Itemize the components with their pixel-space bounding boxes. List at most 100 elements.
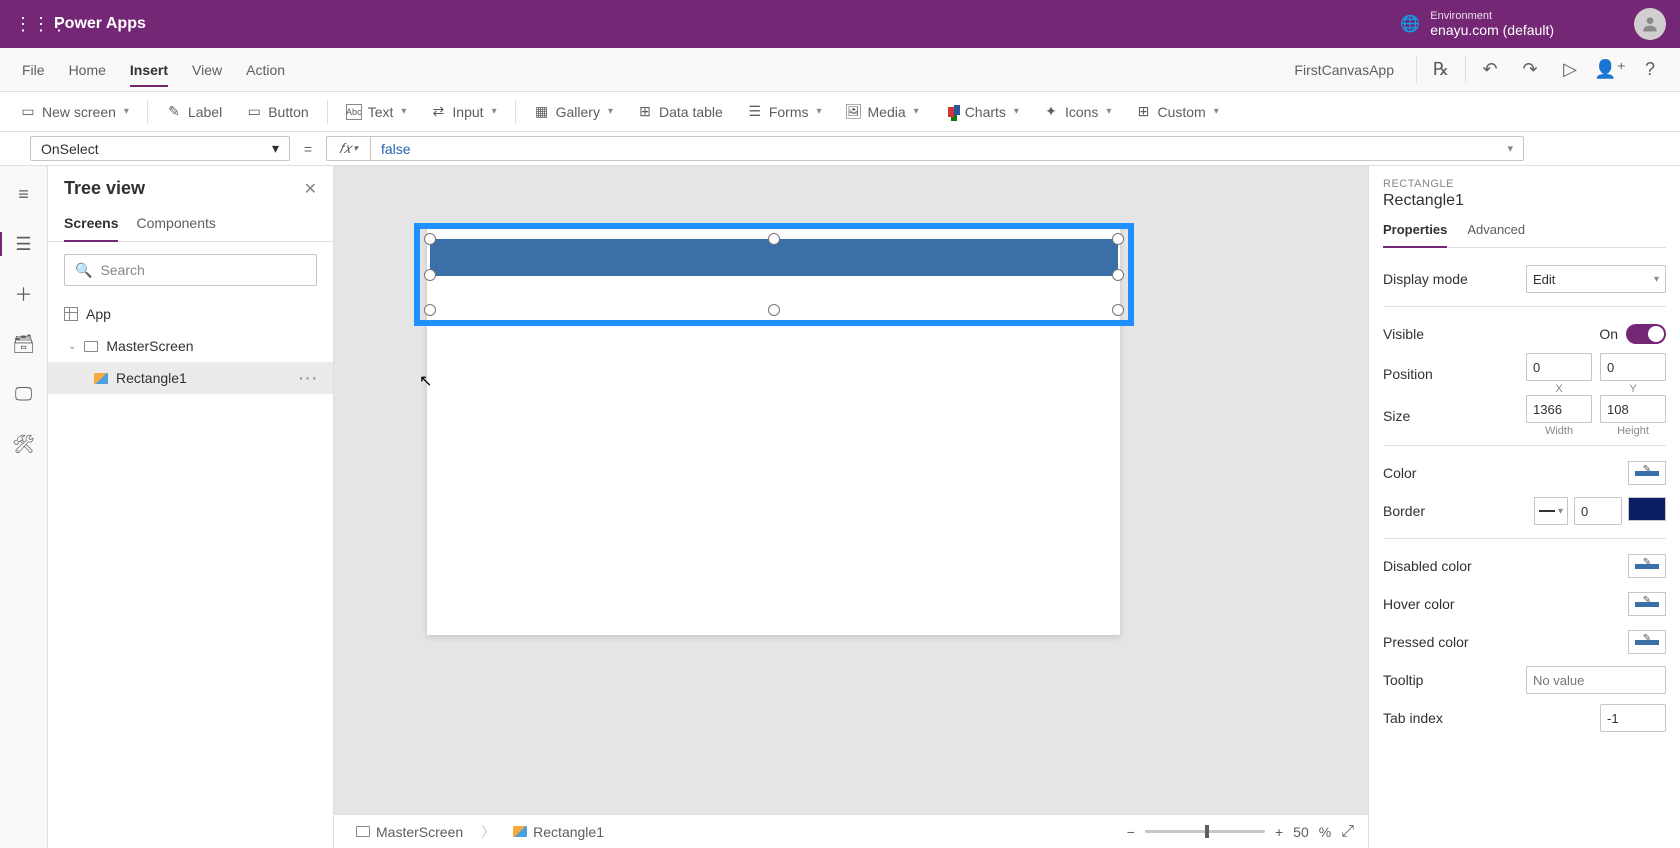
tab-properties[interactable]: Properties [1383,218,1447,247]
resize-handle[interactable] [424,269,436,281]
button-icon: ▭ [246,104,262,120]
media-menu[interactable]: 🖼Media▾ [836,92,929,131]
size-height-input[interactable] [1600,395,1666,423]
forms-menu[interactable]: ☰Forms▾ [737,92,832,131]
formula-input[interactable]: false ▾ [370,136,1524,161]
border-color-swatch[interactable] [1628,497,1666,521]
fx-button[interactable]: 𝑓𝑥▾ [326,136,370,161]
tree-search-input[interactable]: 🔍 Search [64,254,317,286]
visible-toggle[interactable] [1626,324,1666,344]
zoom-out-button[interactable]: − [1127,824,1135,840]
redo-icon[interactable]: ↷ [1510,48,1550,91]
resize-handle[interactable] [768,233,780,245]
text-menu[interactable]: AbcText▾ [336,92,417,131]
tab-advanced[interactable]: Advanced [1467,218,1525,247]
play-icon[interactable]: ▷ [1550,48,1590,91]
border-width-input[interactable] [1574,497,1622,525]
forms-icon: ☰ [747,104,763,120]
resize-handle[interactable] [768,304,780,316]
size-width-input[interactable] [1526,395,1592,423]
charts-menu[interactable]: Charts▾ [933,92,1029,131]
color-label: Color [1383,465,1416,481]
disabled-color-label: Disabled color [1383,558,1472,574]
border-label: Border [1383,503,1425,519]
custom-menu[interactable]: ⊞Custom▾ [1125,92,1228,131]
close-icon[interactable]: ✕ [304,179,317,199]
visible-state: On [1599,326,1618,342]
environment-selector[interactable]: Environment enayu.com (default) [1430,10,1554,39]
menu-insert[interactable]: Insert [118,48,180,91]
search-placeholder: Search [100,262,144,278]
input-menu[interactable]: ⇄Input▾ [420,92,506,131]
formula-expand-icon[interactable]: ▾ [1507,142,1513,155]
resize-handle[interactable] [1112,269,1124,281]
equals-sign: = [290,132,326,165]
zoom-in-button[interactable]: + [1275,824,1283,840]
tab-components[interactable]: Components [136,209,215,241]
menu-file[interactable]: File [10,48,57,91]
chevron-right-icon: 〉 [481,822,495,842]
property-selector[interactable]: OnSelect ▾ [30,136,290,161]
menu-home[interactable]: Home [57,48,118,91]
waffle-icon[interactable]: ⋮⋮⋮ [14,14,38,35]
position-x-input[interactable] [1526,353,1592,381]
undo-icon[interactable]: ↶ [1470,48,1510,91]
share-icon[interactable]: 👤⁺ [1590,48,1630,91]
size-label: Size [1383,408,1410,424]
help-icon[interactable]: ? [1630,48,1670,91]
component-kind: RECTANGLE [1383,178,1666,190]
disabled-color-swatch[interactable]: ✎ [1628,554,1666,578]
user-avatar[interactable] [1634,8,1666,40]
breadcrumb-screen[interactable]: MasterScreen [348,824,471,840]
border-style-select[interactable]: ▾ [1534,497,1568,525]
rail-treeview-icon[interactable]: ☰ [0,226,48,262]
pressed-color-swatch[interactable]: ✎ [1628,630,1666,654]
breadcrumb-item[interactable]: Rectangle1 [505,824,612,840]
canvas[interactable]: ↖ MasterScreen 〉 Rectangle1 − + 50 % ⤢ [334,166,1368,848]
position-y-input[interactable] [1600,353,1666,381]
menu-action[interactable]: Action [234,48,297,91]
hover-color-swatch[interactable]: ✎ [1628,592,1666,616]
tree-title: Tree view [64,178,145,199]
rail-media-icon[interactable]: 🖵 [0,376,48,412]
icons-menu[interactable]: ✦Icons▾ [1033,92,1122,131]
rail-hamburger-icon[interactable]: ≡ [0,176,48,212]
position-label: Position [1383,366,1433,382]
chevron-down-icon: ▾ [124,106,129,117]
color-swatch[interactable]: ✎ [1628,461,1666,485]
app-checker-icon[interactable]: ℞ [1421,48,1461,91]
new-screen-button[interactable]: ▭New screen▾ [10,92,139,131]
fit-screen-icon[interactable]: ⤢ [1341,823,1354,841]
display-mode-select[interactable]: Edit▾ [1526,265,1666,293]
menu-view[interactable]: View [180,48,234,91]
rail-data-icon[interactable]: 🗃 [0,326,48,362]
datatable-button[interactable]: ⊞Data table [627,92,733,131]
custom-icon: ⊞ [1135,104,1151,120]
screen-icon [84,341,98,352]
pressed-color-label: Pressed color [1383,634,1469,650]
tree-app-node[interactable]: App [48,298,333,330]
environment-icon[interactable]: 🌐 [1400,14,1420,34]
zoom-slider[interactable] [1145,830,1265,833]
gallery-menu[interactable]: ▦Gallery▾ [524,92,623,131]
charts-icon [943,104,959,120]
tabindex-input[interactable] [1600,704,1666,732]
resize-handle[interactable] [424,233,436,245]
tree-screen-node[interactable]: ⌄ MasterScreen [48,330,333,362]
resize-handle[interactable] [1112,233,1124,245]
selection-box[interactable] [414,223,1134,326]
tree-rectangle-node[interactable]: Rectangle1 ··· [48,362,333,394]
tab-screens[interactable]: Screens [64,209,118,241]
resize-handle[interactable] [1112,304,1124,316]
button-button[interactable]: ▭Button [236,92,318,131]
app-name[interactable]: FirstCanvasApp [1276,48,1412,91]
rail-insert-icon[interactable]: ＋ [0,276,48,312]
rail-tools-icon[interactable]: 🛠 [0,426,48,462]
icons-icon: ✦ [1043,104,1059,120]
resize-handle[interactable] [424,304,436,316]
more-icon[interactable]: ··· [299,370,319,386]
tooltip-input[interactable] [1526,666,1666,694]
rectangle-icon [513,826,527,837]
label-button[interactable]: ✎Label [156,92,232,131]
component-name: Rectangle1 [1383,192,1666,210]
